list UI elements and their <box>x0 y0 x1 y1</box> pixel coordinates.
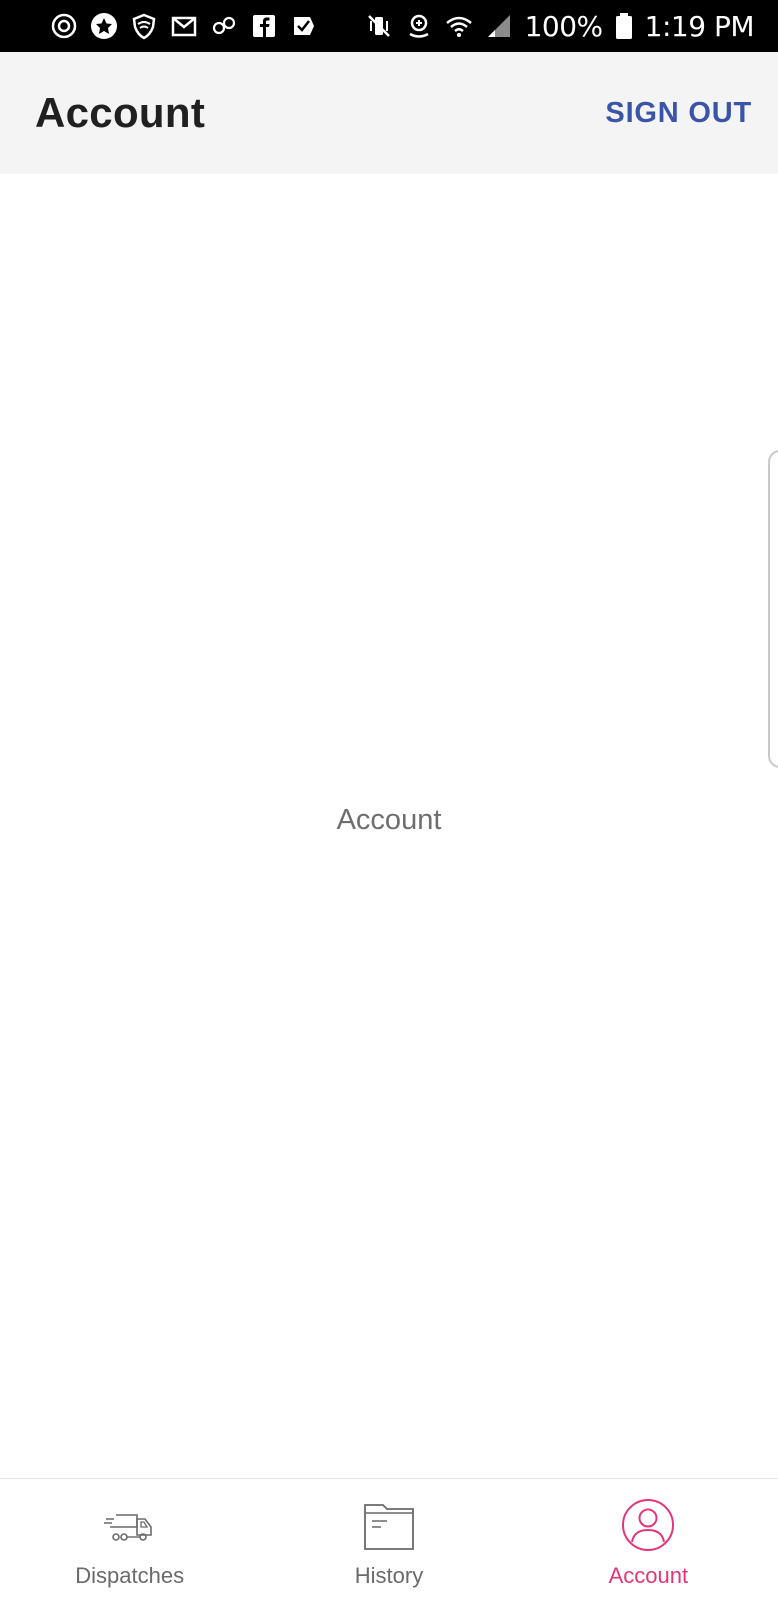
signal-icon <box>485 12 513 40</box>
task-check-icon <box>290 12 318 40</box>
link-icon <box>210 12 238 40</box>
nav-item-dispatches[interactable]: Dispatches <box>0 1479 259 1600</box>
location-icon <box>405 12 433 40</box>
wifi-icon <box>445 12 473 40</box>
nav-label-history: History <box>354 1563 424 1588</box>
truck-icon <box>102 1497 158 1553</box>
main-content: Account <box>0 174 778 1478</box>
edge-panel-handle[interactable] <box>768 450 778 768</box>
status-bar: 100% 1:19 PM <box>0 0 778 52</box>
bottom-nav: Dispatches History Account <box>0 1478 778 1600</box>
nav-label-dispatches: Dispatches <box>75 1563 185 1588</box>
status-right-icons: 100% 1:19 PM <box>365 9 755 43</box>
facebook-icon <box>250 12 278 40</box>
page-title: Account <box>35 89 206 136</box>
nav-item-account[interactable]: Account <box>519 1479 778 1600</box>
star-icon <box>90 12 118 40</box>
folder-icon <box>361 1497 417 1553</box>
gmail-icon <box>170 12 198 40</box>
nav-label-account: Account <box>608 1563 689 1588</box>
status-left-icons <box>50 12 318 40</box>
sign-out-button[interactable]: SIGN OUT <box>605 97 752 130</box>
battery-icon <box>615 12 633 40</box>
user-circle-icon <box>620 1497 676 1553</box>
clock: 1:19 PM <box>644 9 755 43</box>
battery-percent: 100% <box>524 9 604 43</box>
account-placeholder-text: Account <box>336 804 442 836</box>
nav-item-history[interactable]: History <box>259 1479 518 1600</box>
app-bar: Account SIGN OUT <box>0 52 778 174</box>
vibrate-mute-icon <box>365 12 393 40</box>
shield-icon <box>130 12 158 40</box>
sync-icon <box>50 12 78 40</box>
